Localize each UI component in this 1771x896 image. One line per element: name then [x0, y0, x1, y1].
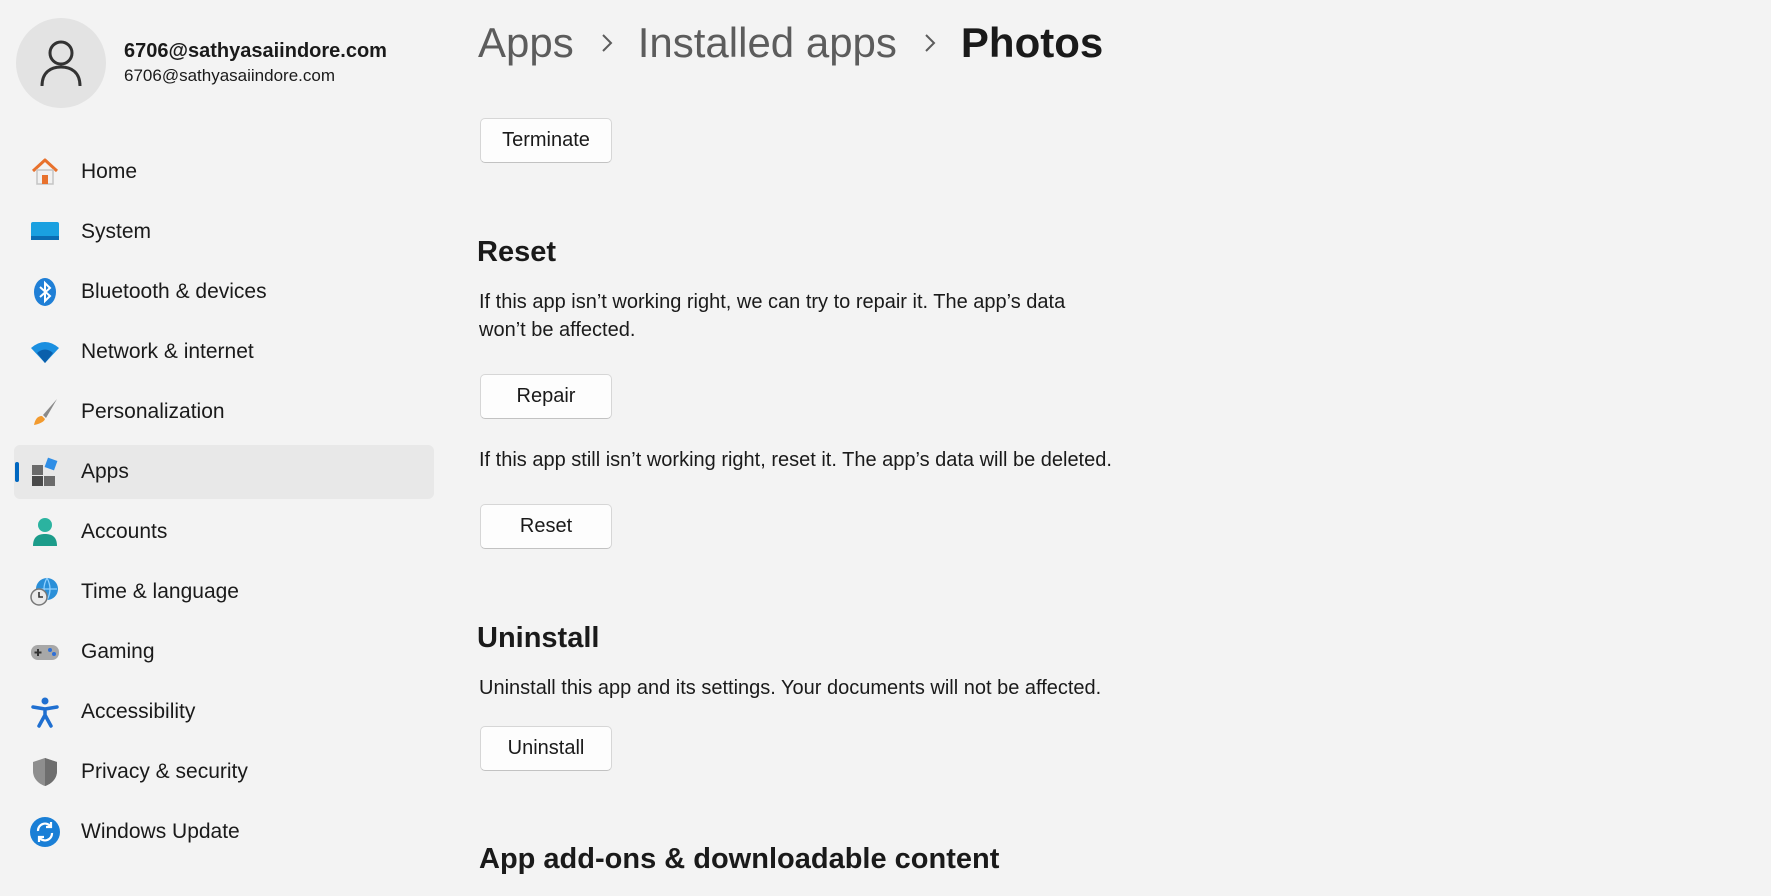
- chevron-right-icon: [600, 32, 614, 54]
- user-profile[interactable]: 6706@sathyasaiindore.com 6706@sathyasaii…: [16, 18, 387, 108]
- page-title: Photos: [960, 19, 1104, 66]
- repair-description-line-1: If this app isn’t working right, we can …: [479, 291, 1066, 313]
- sidebar-item-windows-update[interactable]: Windows Update: [14, 805, 434, 859]
- uninstall-description: Uninstall this app and its settings. You…: [479, 677, 1102, 699]
- sidebar-item-home[interactable]: Home: [14, 145, 434, 199]
- breadcrumb-apps[interactable]: Apps: [478, 14, 574, 72]
- reset-description: If this app still isn’t working right, r…: [479, 449, 1112, 471]
- sidebar-item-label: Gaming: [81, 640, 155, 663]
- sidebar-item-bluetooth[interactable]: Bluetooth & devices: [14, 265, 434, 319]
- update-icon: [28, 815, 62, 849]
- sidebar-nav: Home System Bluetooth & devices Network …: [14, 145, 434, 865]
- repair-description-line-2: won’t be affected.: [479, 319, 636, 341]
- sidebar-item-label: Accessibility: [81, 700, 196, 723]
- sidebar-item-label: System: [81, 220, 152, 243]
- sidebar-item-label: Privacy & security: [81, 760, 248, 783]
- bluetooth-icon: [28, 275, 62, 309]
- brush-icon: [28, 395, 62, 429]
- sidebar-item-label: Bluetooth & devices: [81, 280, 267, 303]
- terminate-button[interactable]: Terminate: [480, 118, 612, 163]
- home-icon: [28, 155, 62, 189]
- chevron-right-icon: [923, 32, 937, 54]
- uninstall-section-title: Uninstall: [477, 622, 600, 654]
- shield-icon: [28, 755, 62, 789]
- avatar: [16, 18, 106, 108]
- sidebar-item-accounts[interactable]: Accounts: [14, 505, 434, 559]
- sidebar: 6706@sathyasaiindore.com 6706@sathyasaii…: [0, 0, 440, 896]
- reset-section-title: Reset: [477, 236, 556, 268]
- account-icon: [28, 515, 62, 549]
- sidebar-item-label: Accounts: [81, 520, 168, 543]
- sidebar-item-label: Windows Update: [81, 820, 240, 843]
- sidebar-item-apps[interactable]: Apps: [14, 445, 434, 499]
- sidebar-item-label: Personalization: [81, 400, 225, 423]
- gamepad-icon: [28, 635, 62, 669]
- sidebar-item-label: Apps: [81, 460, 129, 483]
- addons-section-title: App add-ons & downloadable content: [479, 843, 1000, 875]
- breadcrumb-installed-apps[interactable]: Installed apps: [638, 14, 897, 72]
- sidebar-item-label: Home: [81, 160, 138, 183]
- sidebar-item-privacy[interactable]: Privacy & security: [14, 745, 434, 799]
- user-icon: [40, 40, 82, 87]
- sidebar-item-system[interactable]: System: [14, 205, 434, 259]
- sidebar-item-label: Network & internet: [81, 340, 254, 363]
- system-icon: [28, 215, 62, 249]
- globe-clock-icon: [28, 575, 62, 609]
- sidebar-item-network[interactable]: Network & internet: [14, 325, 434, 379]
- sidebar-item-label: Time & language: [81, 580, 239, 603]
- wifi-icon: [28, 335, 62, 369]
- sidebar-item-accessibility[interactable]: Accessibility: [14, 685, 434, 739]
- profile-name: 6706@sathyasaiindore.com: [124, 40, 387, 62]
- sidebar-item-time-language[interactable]: Time & language: [14, 565, 434, 619]
- repair-description: If this app isn’t working right, we can …: [479, 288, 1065, 344]
- reset-button[interactable]: Reset: [480, 504, 612, 549]
- sidebar-item-gaming[interactable]: Gaming: [14, 625, 434, 679]
- apps-icon: [28, 455, 62, 489]
- accessibility-icon: [28, 695, 62, 729]
- profile-email: 6706@sathyasaiindore.com: [124, 66, 335, 85]
- uninstall-button[interactable]: Uninstall: [480, 726, 612, 771]
- sidebar-item-personalization[interactable]: Personalization: [14, 385, 434, 439]
- repair-button[interactable]: Repair: [480, 374, 612, 419]
- breadcrumb: Apps Installed apps Photos: [478, 14, 1103, 72]
